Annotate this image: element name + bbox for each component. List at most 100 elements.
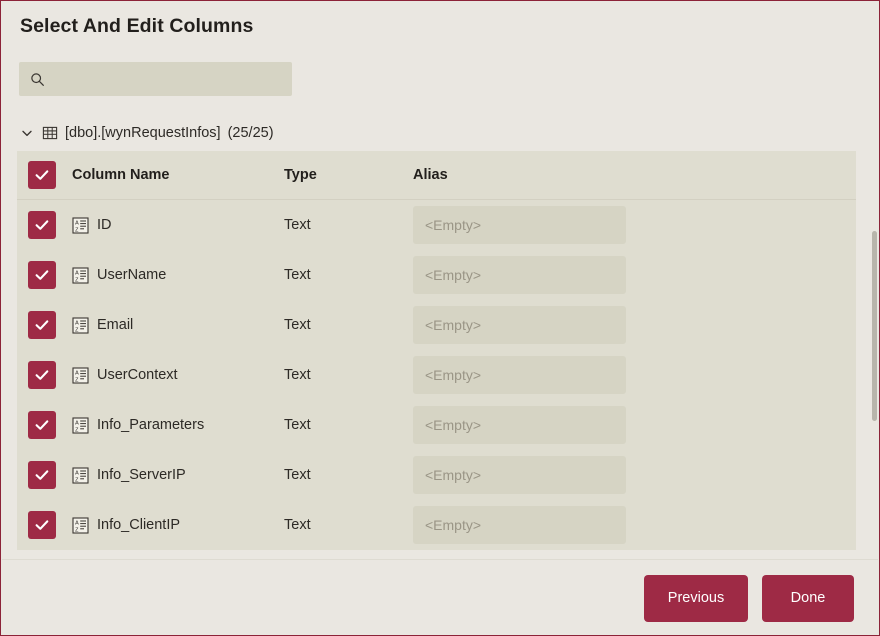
cell-column-name: A Z Info_Parameters	[72, 416, 284, 434]
row-checkbox-cell	[17, 361, 72, 389]
text-column-icon: AZ	[72, 416, 89, 434]
cell-column-name: A Z UserName	[72, 266, 284, 284]
cell-type: Text	[284, 317, 413, 333]
cell-alias	[413, 256, 626, 294]
grid-scrollbar-track[interactable]	[871, 116, 879, 550]
column-type-label: Text	[284, 467, 311, 483]
alias-input[interactable]	[413, 356, 626, 394]
alias-input[interactable]	[413, 206, 626, 244]
table-row[interactable]: A Z UserContext Text	[17, 350, 856, 400]
svg-text:A: A	[75, 470, 79, 476]
svg-text:A: A	[75, 270, 79, 276]
svg-text:A: A	[75, 520, 79, 526]
cell-alias	[413, 356, 626, 394]
select-all-checkbox-cell	[17, 161, 72, 189]
cell-type: Text	[284, 267, 413, 283]
cell-type: Text	[284, 217, 413, 233]
cell-column-name: A Z UserContext	[72, 366, 284, 384]
grid-body: AZ ID Text AZ UserName Text AZ Email Text AZ UserC…	[17, 200, 856, 550]
grid-scrollbar-thumb[interactable]	[872, 231, 877, 421]
cell-alias	[413, 206, 626, 244]
chevron-down-icon[interactable]	[19, 125, 35, 141]
column-name-label: Info_Parameters	[97, 417, 205, 433]
alias-input[interactable]	[413, 306, 626, 344]
column-name-label: Info_ServerIP	[97, 467, 186, 483]
table-row[interactable]: A Z ID Text	[17, 200, 856, 250]
cell-type: Text	[284, 417, 413, 433]
column-type-label: Text	[284, 267, 311, 283]
tree-node-count: (25/25)	[227, 125, 274, 141]
cell-alias	[413, 306, 626, 344]
column-type-label: Text	[284, 367, 311, 383]
table-row[interactable]: A Z Email Text	[17, 300, 856, 350]
row-checkbox-cell	[17, 261, 72, 289]
row-checkbox-cell	[17, 511, 72, 539]
table-row[interactable]: A Z Info_ClientIP Text	[17, 500, 856, 550]
text-column-icon: AZ	[72, 266, 89, 284]
table-row[interactable]: A Z Info_ServerIP Text	[17, 450, 856, 500]
grid-header-row: Column Name Type Alias	[17, 151, 856, 200]
table-row[interactable]: A Z UserName Text	[17, 250, 856, 300]
tree-node-table[interactable]: [dbo].[wynRequestInfos] (25/25)	[19, 122, 274, 144]
row-checkbox-cell	[17, 311, 72, 339]
header-cell-alias: Alias	[413, 167, 626, 183]
columns-grid: Column Name Type Alias AZ ID Text AZ UserNam…	[17, 151, 856, 550]
dialog-footer: Previous Done	[1, 560, 879, 635]
column-type-label: Text	[284, 517, 311, 533]
text-column-icon: AZ	[72, 216, 89, 234]
row-checkbox-cell	[17, 461, 72, 489]
cell-column-name: A Z ID	[72, 216, 284, 234]
search-input[interactable]	[45, 62, 292, 96]
svg-text:A: A	[75, 370, 79, 376]
svg-text:A: A	[75, 420, 79, 426]
row-checkbox[interactable]	[28, 411, 56, 439]
column-type-label: Text	[284, 317, 311, 333]
row-checkbox-cell	[17, 411, 72, 439]
cell-alias	[413, 406, 626, 444]
text-column-icon: AZ	[72, 516, 89, 534]
alias-input[interactable]	[413, 406, 626, 444]
row-checkbox[interactable]	[28, 511, 56, 539]
cell-column-name: A Z Email	[72, 316, 284, 334]
cell-alias	[413, 506, 626, 544]
svg-text:A: A	[75, 220, 79, 226]
svg-text:A: A	[75, 320, 79, 326]
page-title: Select And Edit Columns	[20, 15, 254, 37]
done-button[interactable]: Done	[762, 574, 854, 622]
cell-column-name: A Z Info_ClientIP	[72, 516, 284, 534]
column-name-label: UserName	[97, 267, 167, 283]
cell-type: Text	[284, 517, 413, 533]
select-and-edit-columns-dialog: Select And Edit Columns [dbo].[wynReques…	[0, 0, 880, 636]
table-icon	[42, 125, 58, 141]
cell-alias	[413, 456, 626, 494]
column-type-label: Text	[284, 417, 311, 433]
alias-input[interactable]	[413, 506, 626, 544]
table-row[interactable]: A Z Info_Parameters Text	[17, 400, 856, 450]
column-name-label: Email	[97, 317, 134, 333]
header-label-type: Type	[284, 167, 317, 183]
header-cell-column-name: Column Name	[72, 167, 284, 183]
column-name-label: ID	[97, 217, 112, 233]
select-all-checkbox[interactable]	[28, 161, 56, 189]
row-checkbox[interactable]	[28, 461, 56, 489]
tree-node-label: [dbo].[wynRequestInfos]	[65, 125, 221, 141]
column-name-label: Info_ClientIP	[97, 517, 181, 533]
text-column-icon: AZ	[72, 316, 89, 334]
search-icon	[30, 72, 45, 87]
cell-column-name: A Z Info_ServerIP	[72, 466, 284, 484]
text-column-icon: AZ	[72, 466, 89, 484]
search-box[interactable]	[19, 62, 292, 96]
cell-type: Text	[284, 467, 413, 483]
column-type-label: Text	[284, 217, 311, 233]
cell-type: Text	[284, 367, 413, 383]
alias-input[interactable]	[413, 256, 626, 294]
previous-button[interactable]: Previous	[644, 574, 748, 622]
header-label-column-name: Column Name	[72, 167, 170, 183]
row-checkbox[interactable]	[28, 261, 56, 289]
header-label-alias: Alias	[413, 167, 448, 183]
row-checkbox[interactable]	[28, 311, 56, 339]
alias-input[interactable]	[413, 456, 626, 494]
text-column-icon: AZ	[72, 366, 89, 384]
row-checkbox[interactable]	[28, 211, 56, 239]
row-checkbox[interactable]	[28, 361, 56, 389]
